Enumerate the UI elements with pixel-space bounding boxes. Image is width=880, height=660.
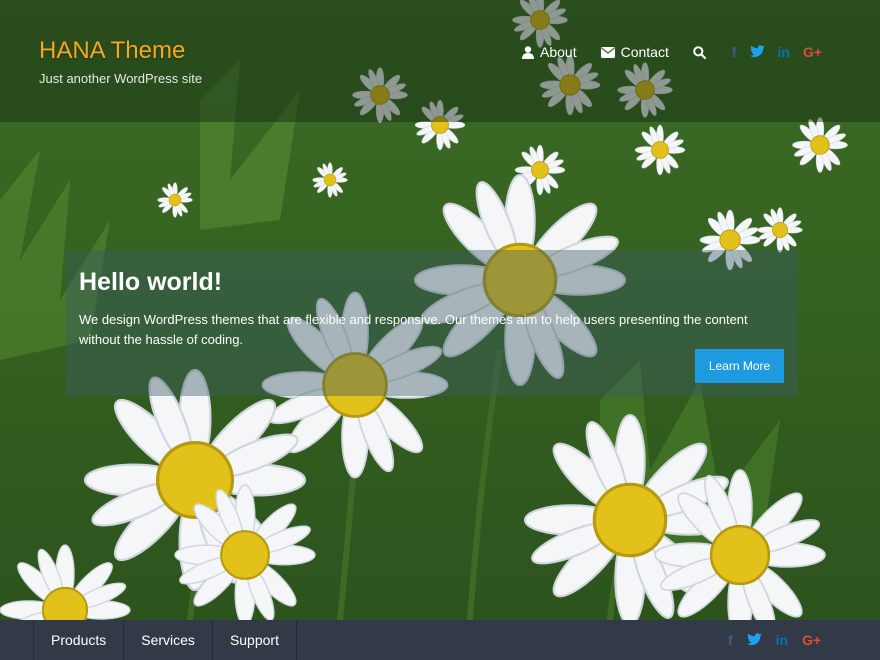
site-description: Just another WordPress site xyxy=(39,71,203,86)
facebook-icon[interactable]: f xyxy=(732,44,737,60)
nav-item-label: Contact xyxy=(620,44,669,60)
hero-panel: Hello world! We design WordPress themes … xyxy=(66,250,798,396)
nav-item-about[interactable]: About xyxy=(522,44,577,60)
header-social-links: f in G+ xyxy=(732,44,835,60)
hero-text: We design WordPress themes that are flex… xyxy=(79,312,748,347)
search-button[interactable] xyxy=(693,45,706,59)
linkedin-icon[interactable]: in xyxy=(778,44,790,60)
hero-title: Hello world! xyxy=(79,268,223,296)
site-title[interactable]: HANA Theme xyxy=(39,37,185,65)
envelope-icon xyxy=(600,46,615,58)
footer-item-support[interactable]: Support xyxy=(211,620,297,660)
googleplus-icon[interactable]: G+ xyxy=(803,44,822,60)
footer-bar: Products Services Support f in G+ xyxy=(0,620,880,660)
footer-item-products[interactable]: Products xyxy=(33,620,123,660)
nav-item-contact[interactable]: Contact xyxy=(600,44,669,60)
linkedin-icon[interactable]: in xyxy=(776,632,788,648)
site-header: HANA Theme Just another WordPress site A… xyxy=(0,0,880,122)
footer-menu: Products Services Support xyxy=(33,620,297,660)
search-icon xyxy=(693,45,706,59)
header-nav: About Contact f in G+ xyxy=(522,44,835,60)
learn-more-button[interactable]: Learn More xyxy=(695,349,784,383)
facebook-icon[interactable]: f xyxy=(728,632,733,648)
twitter-icon[interactable] xyxy=(749,44,765,60)
user-icon xyxy=(522,45,534,59)
twitter-icon[interactable] xyxy=(746,632,762,648)
footer-social-links: f in G+ xyxy=(728,632,835,648)
googleplus-icon[interactable]: G+ xyxy=(802,632,821,648)
footer-item-services[interactable]: Services xyxy=(123,620,212,660)
nav-item-label: About xyxy=(540,44,577,60)
